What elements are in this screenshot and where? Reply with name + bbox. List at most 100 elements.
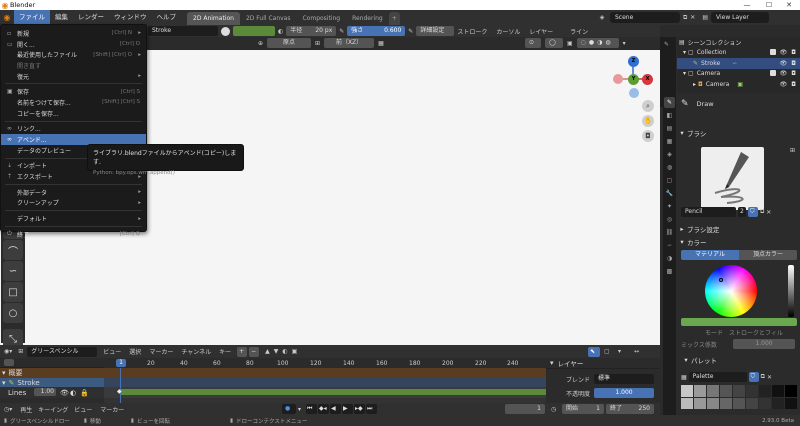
- channel-summary[interactable]: ▾ 概要: [0, 368, 104, 378]
- lines-track[interactable]: [104, 387, 546, 398]
- marker-menu[interactable]: マーカー: [100, 405, 124, 414]
- solid-shading-icon[interactable]: ●: [589, 38, 594, 48]
- menu-item-save-copy[interactable]: コピーを保存...: [1, 108, 146, 119]
- lock-layers-icon[interactable]: ▣: [292, 348, 298, 355]
- layer-up-icon[interactable]: ▲: [265, 348, 270, 355]
- timeline-menu-view[interactable]: ビュー: [103, 347, 121, 356]
- visibility-eye-icon[interactable]: 👁: [780, 70, 788, 77]
- tab-2d-full-canvas[interactable]: 2D Full Canvas: [240, 12, 297, 25]
- auto-keying-options-icon[interactable]: ▾: [298, 406, 301, 413]
- camera-render-icon[interactable]: ◘: [791, 60, 796, 67]
- view-layer-properties-icon[interactable]: ▦: [664, 136, 675, 147]
- current-frame-field[interactable]: 1: [505, 404, 545, 414]
- color-section-header[interactable]: ▾ カラー: [677, 236, 706, 247]
- snapping-icon[interactable]: ↔: [634, 348, 639, 355]
- physics-properties-icon[interactable]: ◎: [664, 214, 675, 225]
- duplicate-brush-icon[interactable]: ⧉: [760, 208, 764, 216]
- brush-preview[interactable]: [701, 147, 764, 210]
- box-tool-icon[interactable]: □: [3, 282, 23, 302]
- stroke-track[interactable]: [104, 378, 546, 387]
- wireframe-shading-icon[interactable]: ◌: [581, 38, 586, 48]
- menu-item-clean-up[interactable]: クリーンアップ ▸: [1, 198, 146, 209]
- keyframe-diamond-icon[interactable]: ◆: [117, 388, 122, 395]
- material-shading-icon[interactable]: ◑: [597, 38, 602, 48]
- color-picker-cursor[interactable]: [719, 278, 723, 282]
- expand-arrow-icon[interactable]: ▾: [2, 379, 6, 387]
- jump-keyframe-forward-icon[interactable]: ▸◆: [354, 404, 365, 414]
- duplicate-palette-icon[interactable]: ⧉: [761, 373, 765, 381]
- camera-render-icon[interactable]: ◘: [791, 49, 796, 56]
- tab-2d-animation[interactable]: 2D Animation: [187, 11, 240, 25]
- view-layer-selector[interactable]: View Layer: [711, 12, 769, 23]
- stroke-fill-mode[interactable]: ストロークとフィル: [729, 328, 783, 337]
- play-icon[interactable]: ▶: [342, 404, 353, 414]
- tab-rendering[interactable]: Rendering: [346, 12, 389, 25]
- collection-checkbox[interactable]: [769, 70, 776, 77]
- menu-item-save[interactable]: ▣ 保存 [Ctrl] S: [1, 86, 146, 97]
- show-only-selected-icon[interactable]: ⬉: [588, 346, 600, 357]
- brush-color-icon[interactable]: [221, 26, 230, 36]
- menu-window[interactable]: ウィンドウ: [109, 10, 152, 25]
- mix-factor-field[interactable]: 1.000: [733, 339, 795, 349]
- show-hidden-icon[interactable]: ▢: [604, 348, 610, 355]
- shading-options-icon[interactable]: ▾: [623, 40, 626, 47]
- stroke-placement-dropdown[interactable]: 原点: [267, 38, 312, 48]
- close-button[interactable]: ✕: [778, 0, 800, 10]
- color-wheel[interactable]: [705, 265, 757, 317]
- cursor-menu[interactable]: カーソル: [496, 27, 520, 36]
- menu-item-save-as[interactable]: 名前をつけて保存... [Shift] [Ctrl] S: [1, 97, 146, 108]
- collection-checkbox[interactable]: [769, 49, 776, 56]
- layer-opacity-field[interactable]: 1.00: [34, 388, 56, 396]
- keying-menu[interactable]: キーイング: [38, 405, 68, 414]
- unlink-palette-icon[interactable]: ✕: [767, 374, 772, 381]
- object-data-properties-icon[interactable]: ∽: [664, 240, 675, 251]
- tool-properties-icon[interactable]: ✎: [664, 97, 675, 108]
- add-layer-icon[interactable]: +: [237, 346, 248, 357]
- xray-icon[interactable]: ▣: [567, 40, 573, 47]
- timeline-menu-channel[interactable]: チャンネル: [181, 347, 211, 356]
- summary-track[interactable]: [104, 368, 546, 378]
- modifier-properties-icon[interactable]: 🔧: [664, 188, 675, 199]
- camera-render-icon[interactable]: ◘: [791, 70, 796, 77]
- outliner-collection[interactable]: ▾ ▢ Collection 👁 ◘: [677, 48, 800, 59]
- radius-pressure-icon[interactable]: ✎: [339, 28, 344, 35]
- grease-pencil-mode-dropdown[interactable]: グリースペンシル: [27, 346, 98, 357]
- arc-tool-icon[interactable]: ⌒: [3, 240, 23, 260]
- expand-arrow-icon[interactable]: ▾: [683, 70, 686, 77]
- visibility-eye-icon[interactable]: 👁: [780, 49, 788, 56]
- outliner-edit-icon[interactable]: ✎: [661, 39, 672, 50]
- dopesheet-area[interactable]: 1 20 40 60 80 100 120 140 160 180 200 22…: [104, 358, 546, 403]
- start-frame-field[interactable]: 開始 1: [562, 404, 604, 414]
- fake-user-shield-icon[interactable]: ⛉: [748, 207, 758, 217]
- drawing-plane-dropdown[interactable]: 前（XZ）: [324, 38, 375, 48]
- layer-visibility-icon[interactable]: 👁: [60, 389, 69, 397]
- output-properties-icon[interactable]: ▤: [664, 123, 675, 134]
- end-frame-field[interactable]: 終了 250: [606, 404, 654, 414]
- mode-dropdown-icon[interactable]: ⊞: [18, 348, 23, 355]
- timeline-menu-marker[interactable]: マーカー: [149, 347, 173, 356]
- expand-arrow-icon[interactable]: ▾: [2, 369, 6, 377]
- object-properties-icon[interactable]: ▢: [664, 175, 675, 186]
- strength-field[interactable]: 強さ 0.600: [347, 26, 406, 36]
- editor-type-icon[interactable]: ◉▾: [4, 348, 12, 355]
- viewport-gizmo-toggle[interactable]: ⊙: [525, 38, 541, 48]
- menu-render[interactable]: レンダー: [73, 10, 109, 25]
- brush-section-header[interactable]: ▾ ブラシ: [677, 127, 800, 138]
- menu-item-recover[interactable]: 復元 ▸: [1, 71, 146, 82]
- menu-item-defaults[interactable]: デフォルト ▸: [1, 213, 146, 224]
- gizmo-y-axis[interactable]: Y: [628, 74, 639, 85]
- menu-item-open-recent[interactable]: 最近使用したファイル [Shift] [Ctrl] O ▸: [1, 49, 146, 60]
- curve-tool-icon[interactable]: ∽: [3, 261, 23, 281]
- line-layer-label[interactable]: ライン: [570, 27, 588, 36]
- layer-menu[interactable]: レイヤー: [529, 27, 553, 36]
- palette-fake-user-icon[interactable]: ⛉: [748, 372, 759, 382]
- circle-tool-icon[interactable]: ○: [3, 303, 23, 323]
- constraint-properties-icon[interactable]: ⛓: [664, 227, 675, 238]
- material-color-tab[interactable]: マテリアル: [681, 250, 739, 260]
- guides-icon[interactable]: ▦: [378, 40, 384, 47]
- filter-icon[interactable]: ▾: [618, 348, 621, 355]
- maximize-button[interactable]: ☐: [758, 0, 780, 10]
- jump-keyframe-back-icon[interactable]: ◆◂: [318, 404, 329, 414]
- layer-onion-icon[interactable]: ◐: [70, 389, 76, 397]
- menu-edit[interactable]: 編集: [50, 10, 73, 25]
